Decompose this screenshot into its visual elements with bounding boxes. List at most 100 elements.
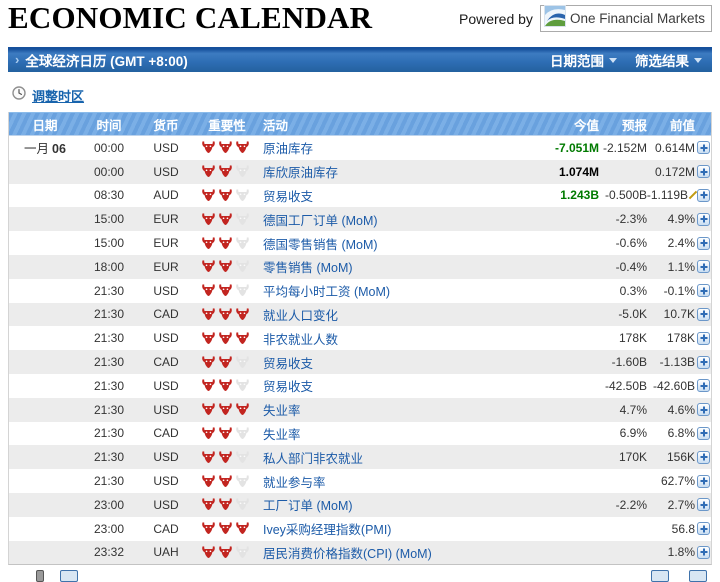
expand-icon[interactable] [697, 332, 710, 345]
importance-bulls [195, 546, 259, 559]
expand-icon[interactable] [697, 284, 710, 297]
column-header-forecast: 预报 [599, 115, 647, 134]
brand-logo[interactable]: One Financial Markets [540, 5, 712, 32]
expand-icon[interactable] [697, 546, 710, 559]
event-link[interactable]: 德国零售销售 (MoM) [263, 238, 378, 252]
bull-icon-red [218, 427, 233, 440]
event-link[interactable]: 失业率 [263, 428, 301, 442]
event-time: 21:30 [81, 379, 137, 393]
event-link[interactable]: Ivey采购经理指数(PMI) [263, 523, 391, 537]
event-link[interactable]: 失业率 [263, 404, 301, 418]
bull-icon-red [218, 332, 233, 345]
actual-value: 1.074M [515, 165, 599, 179]
actual-value: -7.051M [515, 141, 599, 155]
event-time: 00:00 [81, 141, 137, 155]
event-time: 15:00 [81, 212, 137, 226]
event-date [9, 284, 81, 298]
event-currency: USD [137, 403, 195, 417]
expand-icon[interactable] [697, 403, 710, 416]
forecast-value: -0.4% [599, 260, 647, 274]
event-link[interactable]: 贸易收支 [263, 380, 313, 394]
importance-bulls [195, 165, 259, 178]
table-row: 23:00 CAD Ivey采购经理指数(PMI) 56.8 [9, 517, 711, 541]
event-link[interactable]: 库欣原油库存 [263, 166, 338, 180]
expand-icon[interactable] [697, 451, 710, 464]
table-header-row: 日期 时间 货币 重要性 活动 今值 预报 前值 [9, 112, 711, 136]
footer-icon[interactable] [651, 570, 669, 582]
bull-icon-red [201, 427, 216, 440]
event-link[interactable]: 就业人口变化 [263, 309, 338, 323]
timezone-row: 调整时区 [12, 86, 84, 105]
bull-icon-red [218, 379, 233, 392]
event-currency: EUR [137, 236, 195, 250]
footer-calendar-icon[interactable] [60, 570, 78, 582]
bull-icon-red [218, 237, 233, 250]
expand-icon[interactable] [697, 260, 710, 273]
expand-icon[interactable] [697, 475, 710, 488]
expand-icon[interactable] [697, 427, 710, 440]
importance-bulls [195, 284, 259, 297]
event-link[interactable]: 私人部门非农就业 [263, 452, 363, 466]
event-link[interactable]: 就业参与率 [263, 476, 326, 490]
expand-icon[interactable] [697, 237, 710, 250]
expand-icon[interactable] [697, 356, 710, 369]
bull-icon-gray [235, 498, 250, 511]
importance-bulls [195, 403, 259, 416]
bull-icon-red [218, 284, 233, 297]
bull-icon-red [201, 379, 216, 392]
expand-icon[interactable] [697, 213, 710, 226]
event-link[interactable]: 贸易收支 [263, 357, 313, 371]
footer-icon[interactable] [36, 570, 44, 582]
event-currency: CAD [137, 307, 195, 321]
date-range-menu[interactable]: 日期范围 [550, 50, 617, 70]
previous-value: 178K [647, 331, 695, 345]
importance-bulls [195, 189, 259, 202]
bull-icon-red [201, 498, 216, 511]
event-link[interactable]: 非农就业人数 [263, 333, 338, 347]
event-date [9, 165, 81, 179]
table-row: 一月06 00:00 USD 原油库存 -7.051M -2.152M 0.61… [9, 136, 711, 160]
footer-icon[interactable] [689, 570, 707, 582]
bull-icon-red [201, 284, 216, 297]
event-date [9, 307, 81, 321]
bull-icon-red [218, 260, 233, 273]
filter-results-menu[interactable]: 筛选结果 [635, 50, 702, 70]
event-currency: UAH [137, 545, 195, 559]
expand-icon[interactable] [697, 522, 710, 535]
bull-icon-red [235, 332, 250, 345]
table-row: 21:30 USD 失业率 4.7% 4.6% [9, 398, 711, 422]
table-row: 21:30 USD 非农就业人数 178K 178K [9, 326, 711, 350]
one-financial-markets-logo-icon [544, 5, 566, 32]
event-date [9, 545, 81, 559]
column-header-time: 时间 [81, 115, 137, 134]
event-currency: USD [137, 141, 195, 155]
event-currency: CAD [137, 522, 195, 536]
event-link[interactable]: 居民消费价格指数(CPI) (MoM) [263, 547, 432, 561]
event-link[interactable]: 平均每小时工资 (MoM) [263, 285, 390, 299]
event-date [9, 379, 81, 393]
expand-icon[interactable] [697, 141, 710, 154]
bull-icon-red [218, 308, 233, 321]
expand-icon[interactable] [697, 165, 710, 178]
previous-value: 56.8 [647, 522, 695, 536]
event-activity-cell: 库欣原油库存 [259, 162, 515, 181]
adjust-timezone-link[interactable]: 调整时区 [32, 86, 84, 105]
table-row: 08:30 AUD 贸易收支 1.243B -0.500B -1.119B [9, 184, 711, 208]
expand-icon[interactable] [697, 308, 710, 321]
expand-icon[interactable] [697, 189, 710, 202]
event-activity-cell: 德国零售销售 (MoM) [259, 234, 515, 253]
expand-icon[interactable] [697, 498, 710, 511]
bull-icon-gray [235, 165, 250, 178]
event-link[interactable]: 德国工厂订单 (MoM) [263, 214, 378, 228]
importance-bulls [195, 451, 259, 464]
bull-icon-red [201, 189, 216, 202]
bull-icon-red [218, 213, 233, 226]
event-link[interactable]: 贸易收支 [263, 190, 313, 204]
event-date [9, 355, 81, 369]
event-link[interactable]: 原油库存 [263, 142, 313, 156]
event-link[interactable]: 零售销售 (MoM) [263, 261, 353, 275]
event-activity-cell: 贸易收支 [259, 186, 515, 205]
event-link[interactable]: 工厂订单 (MoM) [263, 499, 353, 513]
event-currency: EUR [137, 212, 195, 226]
expand-icon[interactable] [697, 379, 710, 392]
